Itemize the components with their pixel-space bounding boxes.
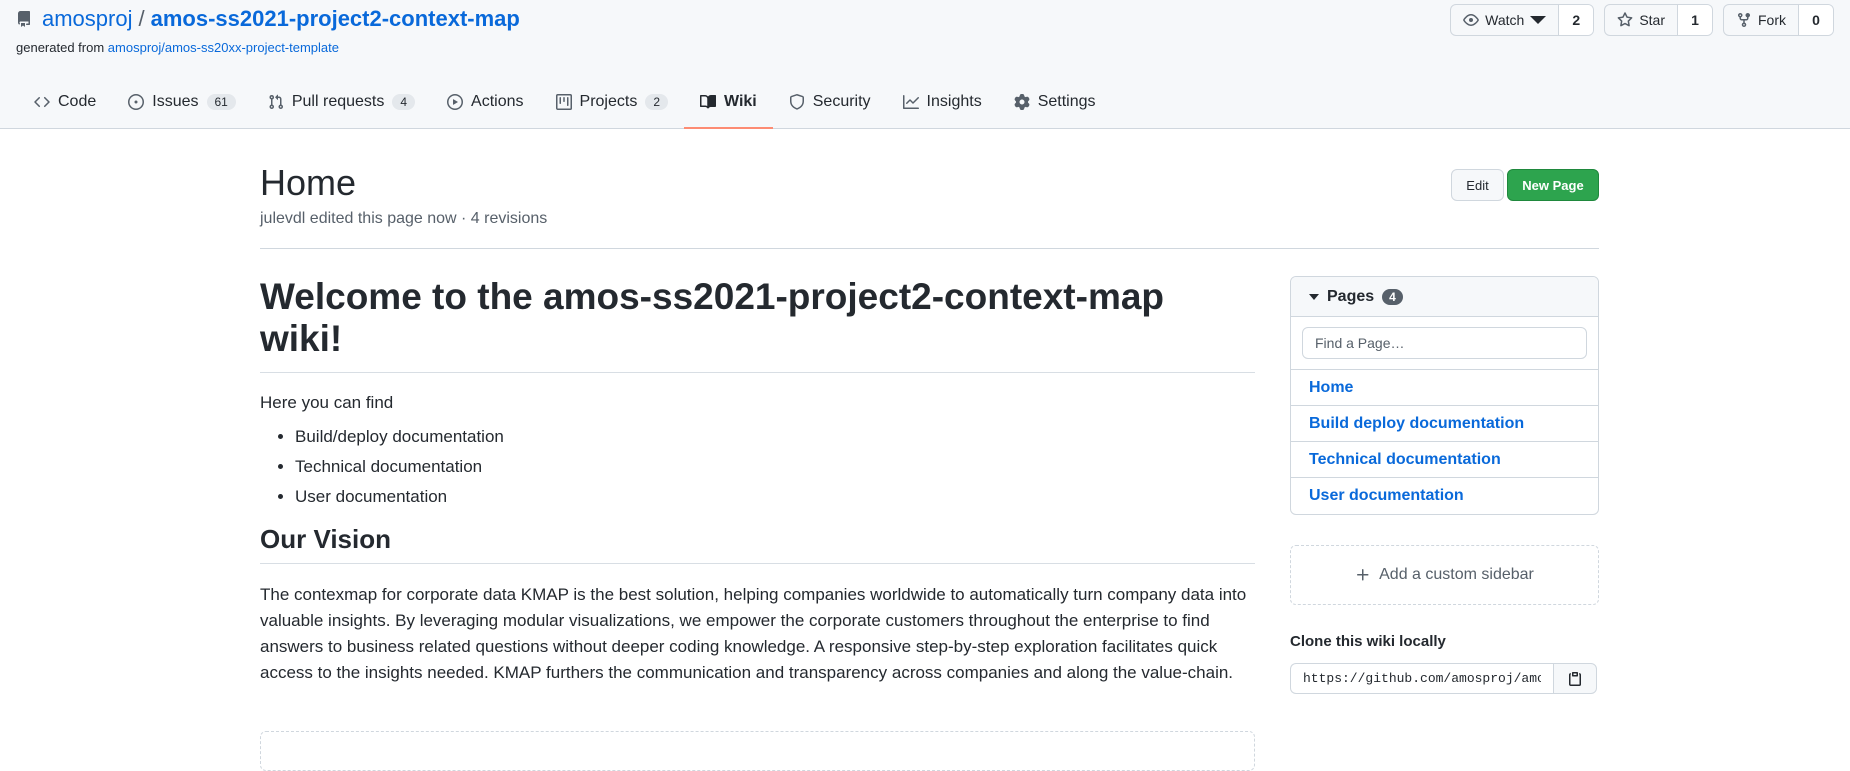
page-link-technical[interactable]: Technical documentation [1291, 442, 1598, 478]
tab-label: Issues [152, 93, 199, 110]
tab-actions[interactable]: Actions [431, 78, 539, 126]
content-intro: Here you can find [260, 393, 394, 412]
page-meta: julevdl edited this page now · 4 revisio… [260, 210, 548, 227]
watch-button[interactable]: Watch [1451, 5, 1560, 35]
tab-security[interactable]: Security [773, 78, 887, 126]
content-heading: Welcome to the amos-ss2021-project2-cont… [260, 276, 1255, 373]
tab-projects[interactable]: Projects 2 [540, 78, 684, 126]
pages-toggle[interactable]: Pages 4 [1291, 277, 1598, 317]
fork-group: Fork 0 [1723, 4, 1834, 36]
page-title: Home [260, 162, 357, 203]
tab-wiki[interactable]: Wiki [684, 78, 773, 129]
tab-label: Security [812, 93, 871, 110]
code-icon [34, 96, 50, 108]
tab-label: Actions [471, 93, 524, 110]
find-page-input[interactable] [1302, 327, 1587, 359]
star-label: Star [1639, 12, 1665, 28]
pull-request-icon [269, 94, 283, 110]
clone-row [1290, 663, 1597, 694]
pages-panel: Pages 4 Home Build deploy documentation … [1290, 276, 1599, 515]
repo-actions: Watch 2 Star 1 Fork 0 [1450, 4, 1834, 36]
page-link-home[interactable]: Home [1291, 370, 1598, 406]
vision-text: The contexmap for corporate data KMAP is… [260, 585, 1247, 682]
repo-separator: / [138, 6, 145, 31]
edit-button[interactable]: Edit [1451, 169, 1504, 201]
clone-url-input[interactable] [1290, 663, 1553, 694]
tab-code[interactable]: Code [18, 78, 112, 126]
content-list: Build/deploy documentation Technical doc… [260, 425, 1255, 508]
tab-label: Insights [926, 93, 982, 110]
page-link-user[interactable]: User documentation [1291, 478, 1598, 514]
tab-pull-requests[interactable]: Pull requests 4 [252, 78, 431, 126]
generated-prefix: generated from [16, 40, 105, 55]
repo-icon [17, 11, 30, 27]
footer-placeholder-box [260, 731, 1255, 771]
projects-counter: 2 [645, 94, 668, 110]
fork-label: Fork [1758, 12, 1786, 28]
list-item: Build/deploy documentation [295, 425, 1255, 448]
watch-count[interactable]: 2 [1559, 5, 1594, 35]
repo-header: amosproj / amos-ss2021-project2-context-… [0, 0, 1850, 129]
project-icon [555, 94, 572, 110]
caret-down-icon [1530, 16, 1547, 24]
pages-label: Pages [1327, 287, 1375, 305]
tab-issues[interactable]: Issues 61 [112, 78, 252, 126]
issues-counter: 61 [206, 94, 236, 110]
clipboard-icon [1569, 671, 1581, 686]
page-link-build-deploy[interactable]: Build deploy documentation [1291, 406, 1598, 442]
repo-tabs: Code Issues 61 Pull requests 4 Actions P… [18, 78, 1112, 129]
find-page-wrap [1291, 317, 1598, 370]
tab-label: Wiki [724, 93, 757, 110]
vision-heading: Our Vision [260, 524, 1255, 564]
fork-icon [1738, 13, 1750, 28]
shield-icon [789, 94, 804, 110]
repo-name-link[interactable]: amos-ss2021-project2-context-map [151, 6, 520, 32]
list-item: Technical documentation [295, 455, 1255, 478]
generated-from: generated from amosproj/amos-ss20xx-proj… [16, 40, 339, 55]
issue-icon [128, 94, 145, 110]
tab-label: Settings [1037, 93, 1096, 110]
header-divider [260, 248, 1599, 249]
template-repo-link[interactable]: amosproj/amos-ss20xx-project-template [108, 40, 339, 55]
eye-icon [1463, 14, 1479, 26]
fork-count[interactable]: 0 [1799, 5, 1833, 35]
copy-clone-url-button[interactable] [1553, 663, 1597, 694]
book-icon [700, 94, 716, 109]
star-icon [1617, 12, 1633, 27]
watch-label: Watch [1485, 12, 1525, 28]
triangle-down-icon [1309, 293, 1319, 300]
tab-insights[interactable]: Insights [887, 78, 998, 126]
add-custom-sidebar-label: Add a custom sidebar [1379, 566, 1534, 583]
graph-icon [902, 95, 919, 109]
pull-requests-counter: 4 [392, 94, 416, 110]
clone-title: Clone this wiki locally [1290, 633, 1446, 650]
fork-button[interactable]: Fork [1724, 5, 1799, 35]
repo-owner-link[interactable]: amosproj [42, 6, 132, 32]
add-custom-sidebar-button[interactable]: Add a custom sidebar [1290, 545, 1599, 605]
wiki-content: Welcome to the amos-ss2021-project2-cont… [260, 276, 1255, 686]
tab-label: Projects [579, 93, 638, 110]
plus-icon [1357, 569, 1369, 581]
pages-count: 4 [1382, 288, 1403, 305]
watch-group: Watch 2 [1450, 4, 1595, 36]
repo-title: amosproj / amos-ss2021-project2-context-… [16, 6, 520, 32]
star-group: Star 1 [1604, 4, 1713, 36]
new-page-button[interactable]: New Page [1507, 169, 1599, 201]
list-item: User documentation [295, 485, 1255, 508]
tab-label: Pull requests [291, 93, 385, 110]
tab-settings[interactable]: Settings [998, 78, 1112, 126]
star-count[interactable]: 1 [1678, 5, 1712, 35]
gear-icon [1014, 94, 1030, 110]
play-icon [447, 94, 464, 110]
tab-label: Code [58, 93, 97, 110]
star-button[interactable]: Star [1605, 5, 1678, 35]
